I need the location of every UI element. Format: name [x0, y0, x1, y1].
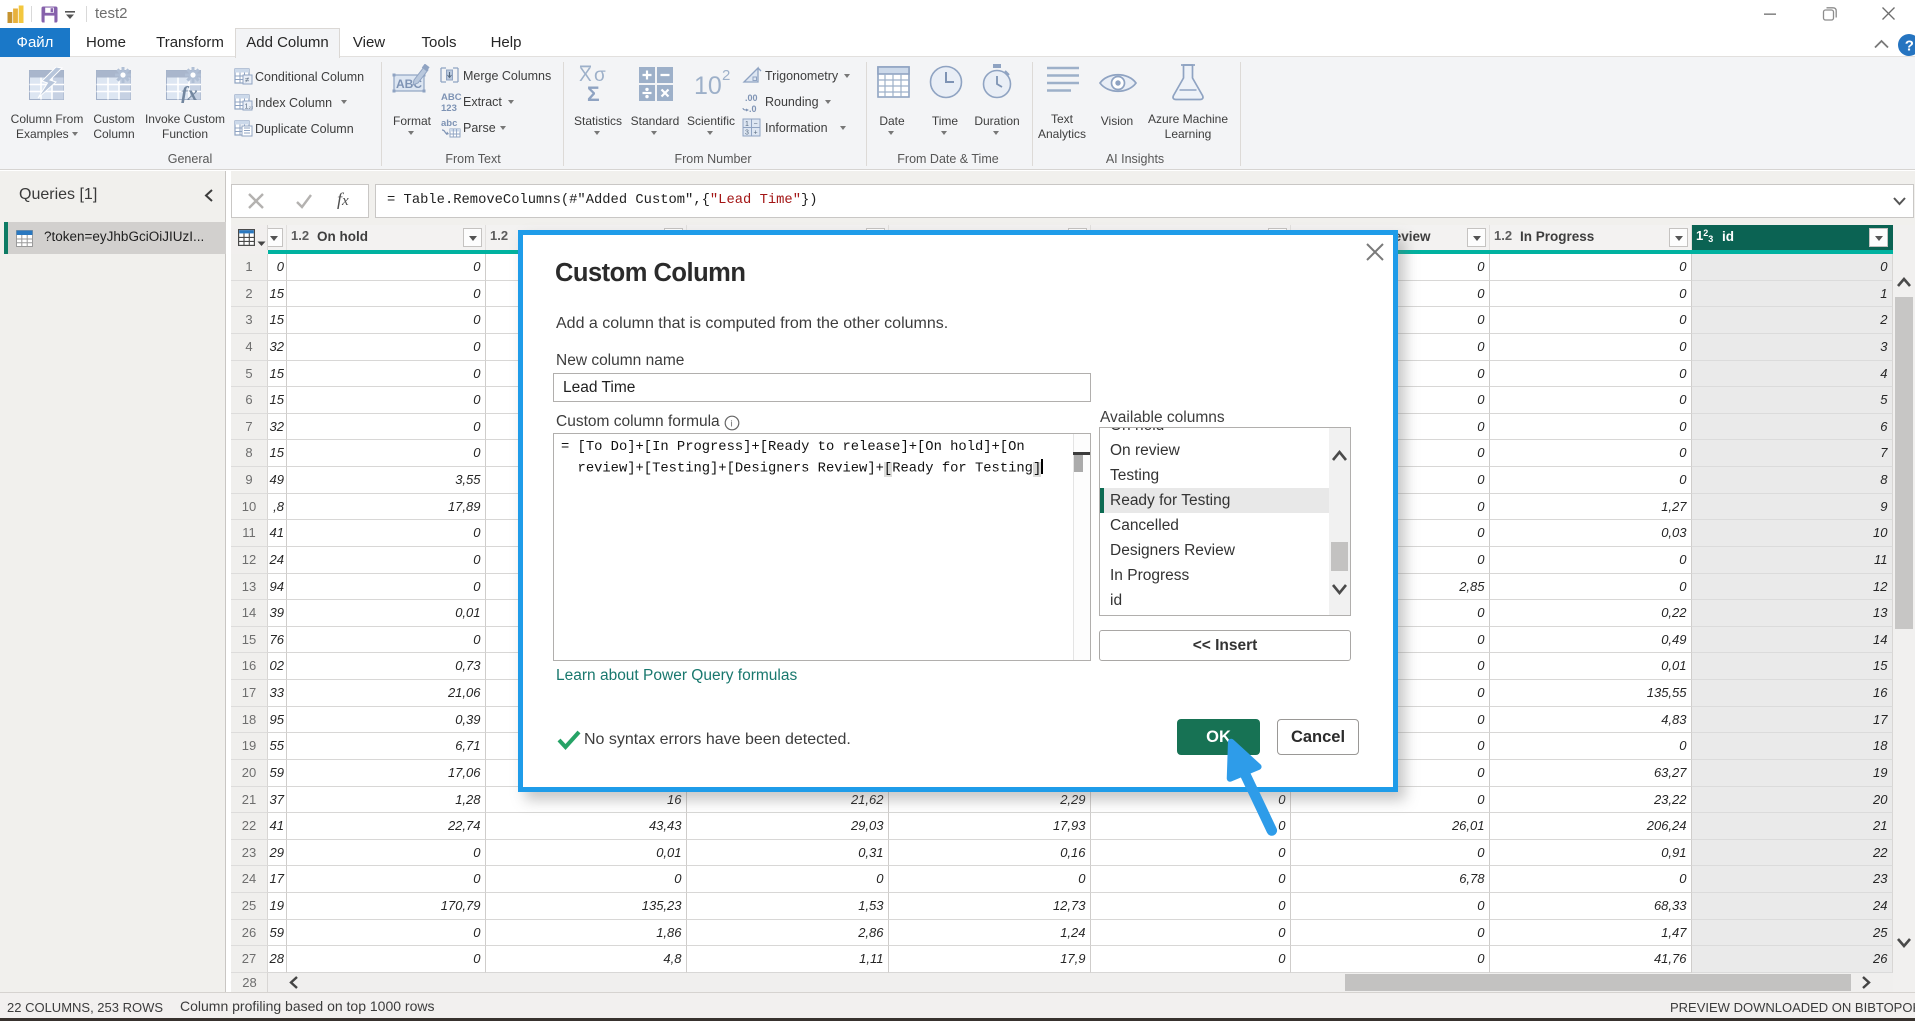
svg-text:1: 1 [745, 121, 749, 128]
svg-text:Σ: Σ [587, 83, 600, 104]
svg-text:123: 123 [441, 103, 457, 114]
svg-text:fx: fx [181, 83, 198, 103]
svg-text:.0: .0 [749, 104, 757, 114]
svg-text:abc: abc [441, 118, 457, 129]
svg-text:?: ? [1905, 38, 1914, 55]
svg-text:1₂₃: 1₂₃ [245, 104, 254, 111]
svg-text:10: 10 [694, 72, 722, 100]
svg-text:.00: .00 [745, 93, 758, 103]
svg-text:2: 2 [722, 67, 730, 84]
svg-text:ABC: ABC [441, 92, 462, 103]
svg-text:−: − [754, 121, 758, 128]
svg-text:≠: ≠ [245, 76, 250, 85]
svg-text:3: 3 [745, 130, 749, 137]
svg-text:+: + [754, 130, 758, 137]
svg-text:i: i [731, 419, 733, 429]
